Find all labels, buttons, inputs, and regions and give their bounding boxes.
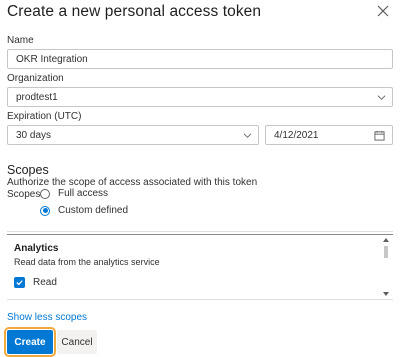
show-less-scopes-link[interactable]: Show less scopes bbox=[7, 312, 87, 323]
calendar-icon[interactable] bbox=[374, 130, 385, 141]
organization-value: prodtest1 bbox=[16, 91, 58, 103]
radio-circle[interactable] bbox=[40, 188, 50, 199]
scope-section-description: Read data from the analytics service bbox=[14, 257, 160, 267]
scopes-description: Authorize the scope of access associated… bbox=[7, 177, 258, 188]
expiration-label: Expiration (UTC) bbox=[7, 111, 82, 122]
radio-full-access[interactable]: Full access bbox=[40, 188, 108, 199]
chevron-down-icon bbox=[243, 133, 252, 138]
expiration-value: 30 days bbox=[16, 129, 52, 141]
scope-read-checkbox-row[interactable]: Read bbox=[14, 277, 57, 288]
create-button[interactable]: Create bbox=[4, 327, 56, 357]
expiration-select[interactable]: 30 days bbox=[7, 125, 259, 145]
chevron-down-icon bbox=[377, 95, 386, 100]
scopes-heading: Scopes bbox=[7, 163, 49, 177]
scrollbar[interactable] bbox=[381, 236, 391, 298]
name-field[interactable]: OKR Integration bbox=[7, 49, 393, 69]
organization-select[interactable]: prodtest1 bbox=[7, 87, 393, 107]
scope-section-title: Analytics bbox=[14, 243, 59, 254]
name-field-value: OKR Integration bbox=[16, 53, 88, 65]
expiration-date-field[interactable]: 4/12/2021 bbox=[265, 125, 393, 145]
name-label: Name bbox=[7, 35, 34, 46]
scope-read-label: Read bbox=[33, 277, 57, 288]
expiration-date-value: 4/12/2021 bbox=[274, 129, 319, 141]
divider bbox=[7, 231, 393, 232]
radio-full-access-label: Full access bbox=[58, 188, 109, 199]
checkbox-checked-icon[interactable] bbox=[14, 277, 25, 288]
radio-custom-defined[interactable]: Custom defined bbox=[40, 205, 128, 216]
scopes-radio-label: Scopes bbox=[7, 189, 41, 200]
radio-custom-defined-label: Custom defined bbox=[58, 205, 129, 216]
page-title: Create a new personal access token bbox=[7, 3, 262, 20]
radio-circle-selected[interactable] bbox=[40, 205, 50, 216]
close-icon[interactable] bbox=[376, 4, 390, 18]
scope-list[interactable]: Analytics Read data from the analytics s… bbox=[7, 234, 393, 300]
cancel-button[interactable]: Cancel bbox=[57, 330, 97, 354]
organization-label: Organization bbox=[7, 73, 64, 84]
